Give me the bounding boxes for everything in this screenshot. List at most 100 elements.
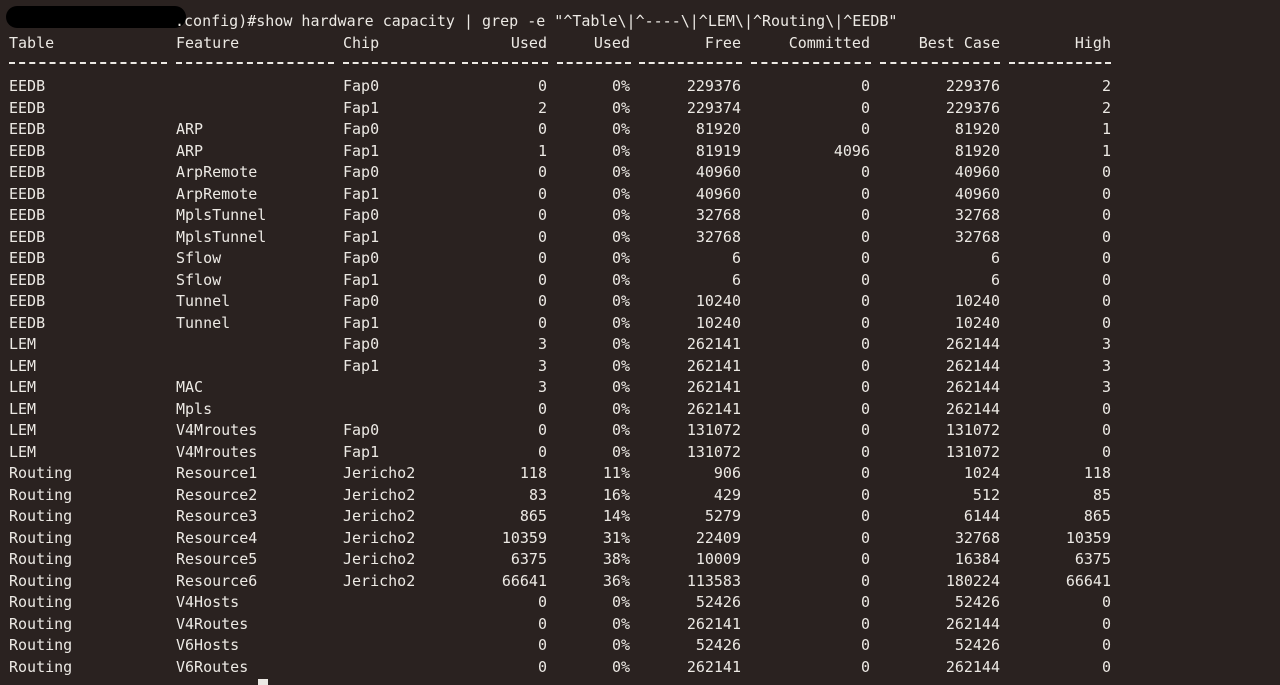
table-row: EEDB Tunnel Fap0 0 0% 10240 0 10240 0	[0, 291, 1280, 313]
cell-used: 10359	[501, 528, 547, 547]
table-row: LEM Mpls 0 0% 262141 0 262144 0	[0, 399, 1280, 421]
cell-table: EEDB	[9, 163, 46, 181]
cell-high: 0	[1101, 292, 1111, 310]
cell-table: Routing	[9, 657, 73, 676]
cell-chip: Jericho2	[343, 507, 416, 525]
cell-high: 2	[1101, 77, 1111, 95]
cell-best-case: 10240	[954, 313, 1000, 332]
cell-chip: Fap1	[343, 227, 380, 246]
cell-best-case: 32768	[954, 528, 1000, 547]
cell-committed: 0	[860, 227, 870, 246]
table-row: Routing V6Hosts 0 0% 52426 0 52426 0	[0, 635, 1280, 657]
cell-used-pct: 0%	[611, 313, 630, 332]
cell-high: 3	[1101, 356, 1111, 375]
cell-feature: Resource4	[176, 528, 258, 547]
cell-used-pct: 14%	[602, 507, 630, 525]
cell-committed: 0	[860, 464, 870, 482]
text-cursor	[258, 679, 268, 685]
cell-feature: ArpRemote	[176, 184, 258, 203]
cell-chip: Fap0	[343, 77, 380, 95]
cell-committed: 0	[860, 593, 870, 611]
cell-best-case: 131072	[945, 442, 1000, 461]
cell-used-pct: 0%	[611, 442, 630, 461]
cell-free: 52426	[695, 593, 741, 611]
cell-committed: 0	[860, 335, 870, 353]
cell-committed: 0	[860, 356, 870, 375]
cell-used: 0	[537, 636, 547, 654]
cell-table: EEDB	[9, 249, 46, 267]
separator-table	[9, 62, 167, 66]
cell-best-case: 40960	[954, 163, 1000, 181]
terminal-window[interactable]: .config)#show hardware capacity | grep -…	[0, 0, 1280, 685]
cell-used: 0	[537, 313, 547, 332]
cell-high: 0	[1101, 249, 1111, 267]
table-row: EEDB Fap1 2 0% 229374 0 229376 2	[0, 98, 1280, 120]
cell-free: 10240	[695, 313, 741, 332]
cell-free: 40960	[695, 163, 741, 181]
cell-committed: 0	[860, 163, 870, 181]
cell-table: Routing	[9, 636, 73, 654]
cell-table: LEM	[9, 356, 37, 375]
cell-high: 1	[1101, 141, 1111, 160]
header-high: High	[1074, 34, 1111, 52]
table-row: EEDB Fap0 0 0% 229376 0 229376 2	[0, 76, 1280, 98]
table-row: Routing Resource3 Jericho2 865 14% 5279 0 6144 8…	[0, 506, 1280, 528]
cell-committed: 0	[860, 636, 870, 654]
cell-feature: Resource1	[176, 464, 258, 482]
cell-chip: Fap0	[343, 206, 380, 224]
cell-used-pct: 11%	[602, 464, 630, 482]
cell-best-case: 262144	[945, 657, 1000, 676]
cell-feature: V6Hosts	[176, 636, 240, 654]
cell-used-pct: 31%	[602, 528, 630, 547]
cell-table: Routing	[9, 614, 73, 633]
cell-chip: Fap0	[343, 120, 380, 138]
cell-used: 3	[537, 378, 547, 396]
cell-best-case: 131072	[945, 421, 1000, 439]
table-row: EEDB MplsTunnel Fap0 0 0% 32768 0 32768 0	[0, 205, 1280, 227]
cell-best-case: 16384	[954, 550, 1000, 568]
cell-used: 118	[519, 464, 547, 482]
separator-free	[639, 62, 742, 66]
table-row: EEDB Sflow Fap0 0 0% 6 0 6 0	[0, 248, 1280, 270]
cell-free: 5279	[704, 507, 741, 525]
cell-used-pct: 0%	[611, 657, 630, 676]
cell-free: 131072	[686, 421, 741, 439]
cell-used-pct: 0%	[611, 292, 630, 310]
cell-feature: MplsTunnel	[176, 206, 267, 224]
cell-table: EEDB	[9, 77, 46, 95]
cell-feature: V6Routes	[176, 657, 249, 676]
cell-high: 10359	[1065, 528, 1111, 547]
cell-committed: 0	[860, 249, 870, 267]
cell-table: LEM	[9, 399, 37, 418]
cell-used-pct: 38%	[602, 550, 630, 568]
cell-used-pct: 0%	[611, 614, 630, 633]
cell-feature: Resource3	[176, 507, 258, 525]
cell-chip: Fap1	[343, 442, 380, 461]
cell-free: 81919	[695, 141, 741, 160]
cell-high: 0	[1101, 657, 1111, 676]
cell-committed: 0	[860, 550, 870, 568]
cell-feature: Tunnel	[176, 292, 231, 310]
separator-used-pct	[557, 62, 631, 66]
table-row: LEM Fap1 3 0% 262141 0 262144 3	[0, 356, 1280, 378]
cell-chip: Fap1	[343, 356, 380, 375]
cell-free: 6	[731, 270, 741, 289]
cell-used: 6375	[510, 550, 547, 568]
cell-committed: 0	[860, 442, 870, 461]
cell-feature: MAC	[176, 378, 204, 396]
cell-chip: Fap1	[343, 98, 380, 117]
cell-free: 262141	[686, 399, 741, 418]
cell-table: EEDB	[9, 292, 46, 310]
cell-free: 113583	[686, 571, 741, 590]
table-row: EEDB ArpRemote Fap0 0 0% 40960 0 40960 0	[0, 162, 1280, 184]
cell-free: 32768	[695, 206, 741, 224]
command-line: .config)#show hardware capacity | grep -…	[175, 12, 898, 30]
cell-free: 131072	[686, 442, 741, 461]
table-row: EEDB MplsTunnel Fap1 0 0% 32768 0 32768 0	[0, 227, 1280, 249]
table-row: Routing Resource6 Jericho2 66641 36% 113583 0 1…	[0, 571, 1280, 593]
cell-used-pct: 0%	[611, 141, 630, 160]
cell-committed: 0	[860, 657, 870, 676]
header-free: Free	[704, 34, 741, 52]
cell-best-case: 262144	[945, 614, 1000, 633]
cell-used: 0	[537, 163, 547, 181]
